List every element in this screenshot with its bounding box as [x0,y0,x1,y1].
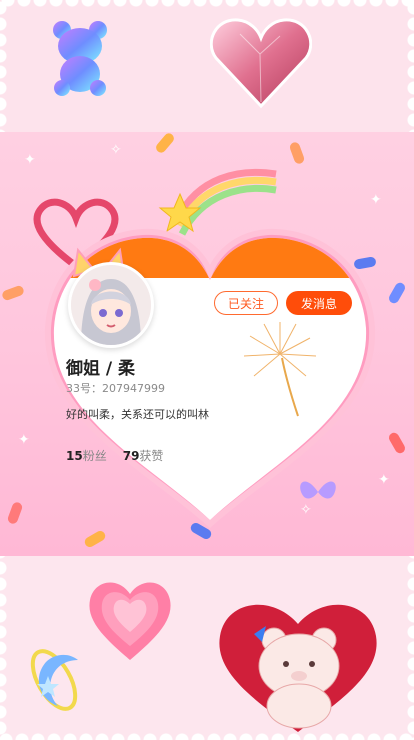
likes-label: 获赞 [139,449,164,463]
send-message-button[interactable]: 发消息 [286,291,352,315]
anime-girl-avatar-image [71,265,151,345]
sparkle-icon: ✧ [110,142,122,158]
confetti [82,529,108,549]
user-id: 33号：207947999 [66,382,165,395]
confetti [0,284,26,302]
gem-heart-sticker [210,18,312,109]
rainbow-star-sticker [158,168,277,236]
confetti [387,430,407,456]
followed-button[interactable]: 已关注 [214,291,278,315]
gummy-bear-sticker [53,21,107,96]
bear-heart-sticker [219,604,377,732]
sparkle-icon: ✦ [24,152,36,168]
likes-count: 79 [122,449,140,463]
lace-border-top [0,0,414,16]
likes-stat[interactable]: 79获赞 [123,447,164,464]
fans-stat[interactable]: 15粉丝 [66,447,107,464]
profile-name: 御姐 / 柔 [66,359,136,379]
moon-ring-sticker [30,649,78,711]
confetti [154,132,176,155]
fans-count: 15 [66,449,83,463]
confetti [6,500,24,526]
profile-stats: 15粉丝 79获赞 [66,447,163,464]
sparkle-icon: ✦ [18,432,30,448]
avatar[interactable] [68,262,154,348]
top-decoration-area [0,0,414,132]
fans-label: 粉丝 [82,449,107,463]
confetti [288,140,306,166]
profile-bio: 好的叫柔，关系还可以的叫林 [66,408,209,421]
confetti [387,280,407,306]
firework-sparkler-icon [243,322,317,417]
sparkle-icon: ✦ [370,192,382,208]
